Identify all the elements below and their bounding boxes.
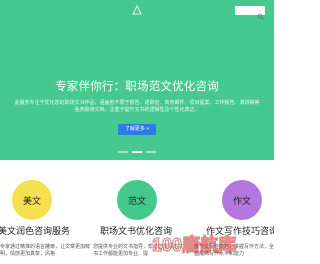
hero-banner: 专家伴你行：职场范文优化咨询 此服务专注于优化您的职场文书作品，涵盖但不限于报告… <box>0 0 274 160</box>
carousel-dot-active[interactable] <box>132 151 142 153</box>
feature-circle-meiwen: 美文 <box>12 180 52 220</box>
hero-description: 此服务专注于优化您的职场文书作品，涵盖但不限于报告、述职信、商务邮件、项目提案、… <box>14 100 260 113</box>
feature-circle-fanwen: 范文 <box>117 180 157 220</box>
carousel-indicators <box>118 151 156 153</box>
feature-circle-zuowen: 作文 <box>222 180 262 220</box>
feature-title[interactable]: 美文润色咨询服务 <box>0 226 70 237</box>
feature-circle-label: 作文 <box>232 195 251 206</box>
feature-circle-label: 范文 <box>127 195 146 206</box>
logo-icon[interactable] <box>131 4 143 16</box>
carousel-dot[interactable] <box>146 151 156 153</box>
top-nav <box>0 0 274 20</box>
learn-more-button[interactable]: 了解更多 » <box>118 124 156 135</box>
feature-description: 专家通过精准的语言雕琢，让文章更加鲜明，情感更加真挚，风格 <box>0 244 91 257</box>
feature-circle-label: 美文 <box>22 195 41 206</box>
search-icon[interactable] <box>257 7 264 20</box>
carousel-dot[interactable] <box>118 151 128 153</box>
watermark: 100唐航库 <box>151 231 237 257</box>
watermark-text: 100唐航库 <box>151 234 237 255</box>
hero-title: 专家伴你行：职场范文优化咨询 <box>55 81 219 93</box>
page: 专家伴你行：职场范文优化咨询 此服务专注于优化您的职场文书作品，涵盖但不限于报告… <box>0 0 274 264</box>
